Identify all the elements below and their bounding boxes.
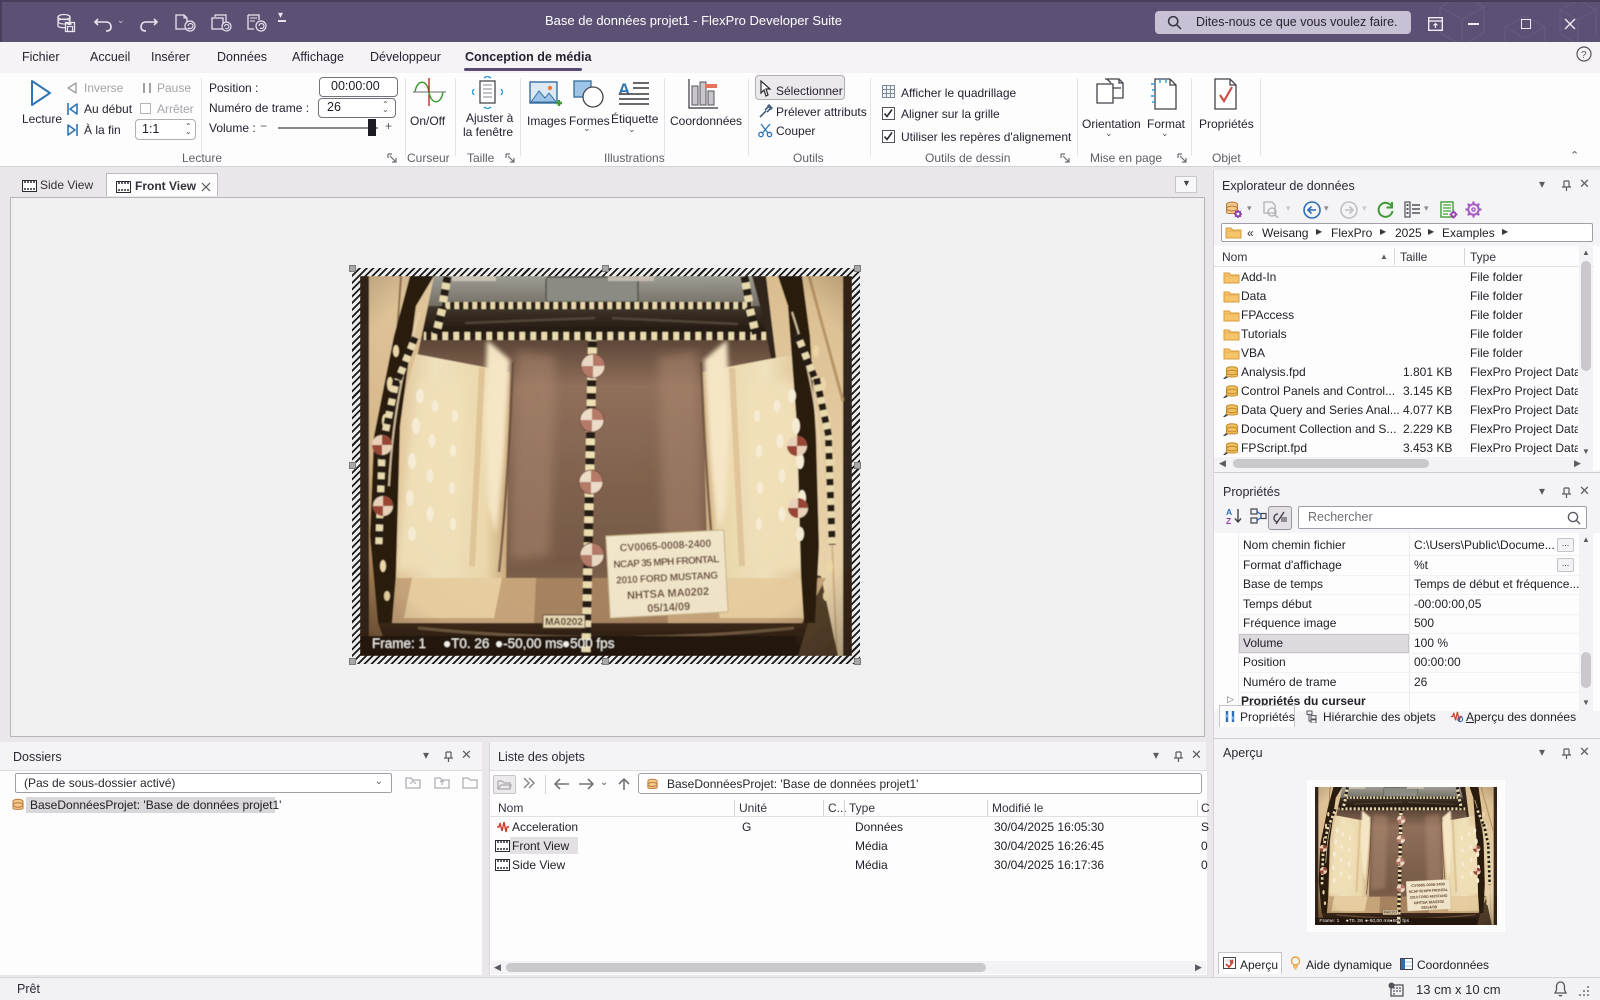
svg-text:A: A [618,80,630,99]
svg-text:●T0. 26: ●T0. 26 [443,636,489,651]
svg-text:?: ? [1581,50,1587,61]
svg-text:Z: Z [1226,516,1231,525]
svg-text:Frame: 1: Frame: 1 [372,636,426,651]
svg-text:●-50,00 ms: ●-50,00 ms [495,636,563,651]
svg-text:●500 fps: ●500 fps [562,636,615,651]
